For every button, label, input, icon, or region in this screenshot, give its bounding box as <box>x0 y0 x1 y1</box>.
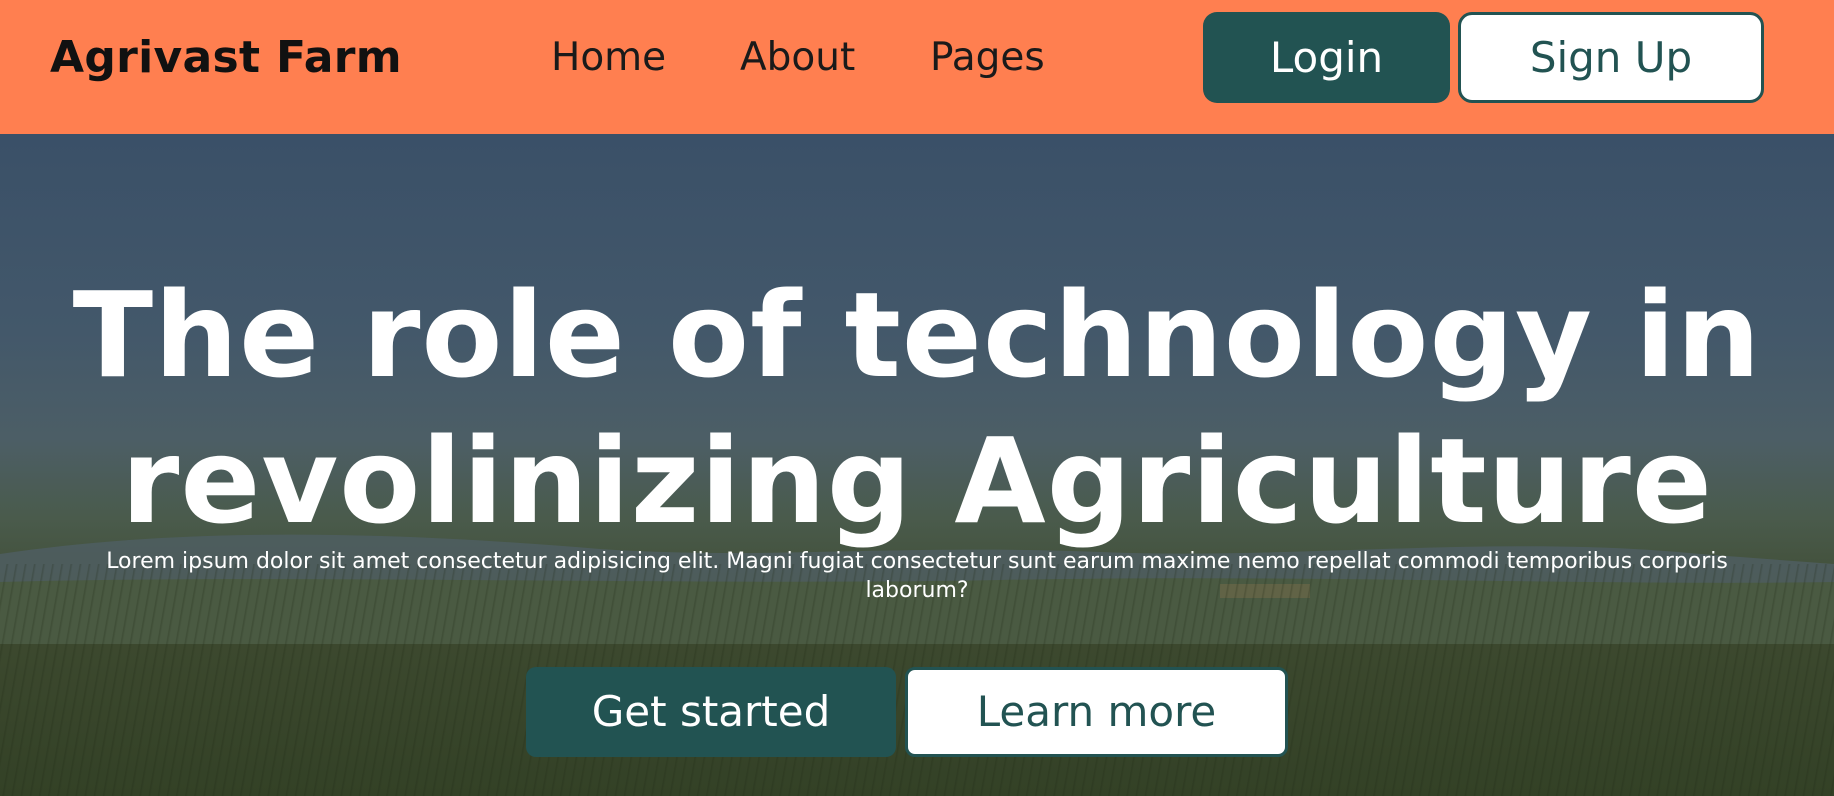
hero-title-line: revolinizing Agriculture <box>121 412 1713 550</box>
login-button[interactable]: Login <box>1203 12 1450 103</box>
hero-title: The role of technology in revolinizing A… <box>0 262 1834 554</box>
hero-title-line: The role of technology in <box>72 266 1762 404</box>
nav-link-about[interactable]: About <box>740 28 855 88</box>
hero-subtitle-line: Lorem ipsum dolor sit amet consectetur a… <box>106 549 1728 574</box>
hero-section: The role of technology in revolinizing A… <box>0 134 1834 796</box>
learn-more-button[interactable]: Learn more <box>905 667 1288 757</box>
signup-button[interactable]: Sign Up <box>1458 12 1764 103</box>
get-started-button[interactable]: Get started <box>526 667 896 757</box>
nav-link-pages[interactable]: Pages <box>930 28 1045 88</box>
hero-subtitle-line: laborum? <box>865 578 969 603</box>
brand-logo[interactable]: Agrivast Farm <box>50 28 402 88</box>
navbar: Agrivast Farm Home About Pages Login Sig… <box>0 0 1834 134</box>
hero-subtitle: Lorem ipsum dolor sit amet consectetur a… <box>0 547 1834 605</box>
nav-link-home[interactable]: Home <box>551 28 666 88</box>
